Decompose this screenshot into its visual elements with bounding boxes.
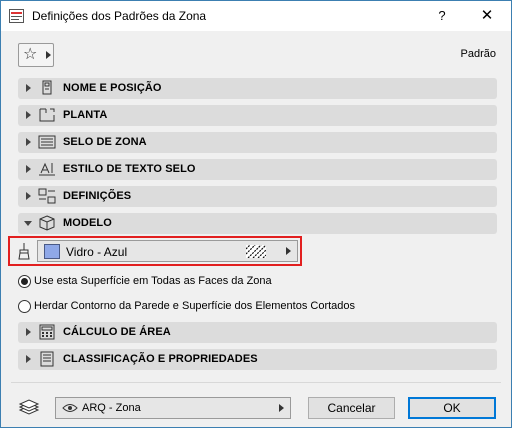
section-label: DEFINIÇÕES: [63, 190, 132, 202]
expand-arrow-icon: [26, 328, 31, 336]
section-label: SELO DE ZONA: [63, 136, 147, 148]
chevron-right-icon: [46, 51, 51, 59]
ok-button[interactable]: OK: [408, 397, 496, 419]
text-style-icon: [39, 162, 55, 176]
close-button[interactable]: ✕: [469, 5, 505, 27]
expand-arrow-icon: [26, 111, 31, 119]
chevron-right-icon: [279, 404, 284, 412]
surface-override-row: Vidro - Azul: [8, 236, 302, 266]
window-title: Definições dos Padrões da Zona: [32, 9, 207, 23]
section-label: CLASSIFICAÇÃO E PROPRIEDADES: [63, 353, 258, 365]
expand-arrow-icon: [26, 165, 31, 173]
radio-button[interactable]: [18, 300, 31, 313]
chevron-right-icon: [286, 247, 291, 255]
section-classification-properties[interactable]: CLASSIFICAÇÃO E PROPRIEDADES: [18, 349, 497, 370]
layer-select[interactable]: ARQ - Zona: [55, 397, 291, 419]
section-area-calculation[interactable]: CÁLCULO DE ÁREA: [18, 322, 497, 343]
expand-arrow-icon: [26, 84, 31, 92]
footer-divider: [11, 382, 501, 383]
option-use-surface-all-faces[interactable]: Use esta Superfície em Todas as Faces da…: [18, 274, 318, 290]
settings-dialog-icon: [9, 9, 24, 23]
section-label: ESTILO DE TEXTO SELO: [63, 163, 196, 175]
classification-icon: [40, 351, 54, 367]
radio-button-selected[interactable]: [18, 275, 31, 288]
option-label: Herdar Contorno da Parede e Superfície d…: [34, 300, 356, 312]
section-label: CÁLCULO DE ÁREA: [63, 326, 171, 338]
zone-stamp-icon: [38, 135, 56, 149]
cancel-button[interactable]: Cancelar: [308, 397, 395, 419]
eye-icon: [62, 404, 78, 412]
section-definitions[interactable]: DEFINIÇÕES: [18, 186, 497, 207]
option-inherit-wall-contour[interactable]: Herdar Contorno da Parede e Superfície d…: [18, 299, 378, 315]
section-stamp-text-style[interactable]: ESTILO DE TEXTO SELO: [18, 159, 497, 180]
favorites-button[interactable]: ☆: [18, 43, 54, 67]
expand-arrow-icon: [26, 355, 31, 363]
collapse-arrow-icon: [24, 221, 32, 226]
help-button[interactable]: ?: [427, 5, 457, 27]
section-label: NOME E POSIÇÃO: [63, 82, 162, 94]
area-calculator-icon: [39, 324, 55, 340]
section-name-position[interactable]: NOME E POSIÇÃO: [18, 78, 497, 99]
layers-icon: [18, 399, 40, 415]
expand-arrow-icon: [26, 192, 31, 200]
section-floor-plan[interactable]: PLANTA: [18, 105, 497, 126]
hatch-pattern-icon: [246, 245, 266, 258]
section-label: PLANTA: [63, 109, 108, 121]
star-icon: ☆: [23, 46, 38, 63]
section-model[interactable]: MODELO: [18, 213, 497, 234]
option-label: Use esta Superfície em Todas as Faces da…: [34, 275, 272, 287]
layer-name: ARQ - Zona: [82, 402, 141, 414]
surface-select[interactable]: Vidro - Azul: [37, 240, 298, 262]
surface-swatch: [44, 244, 60, 259]
preset-label: Padrão: [460, 48, 496, 60]
expand-arrow-icon: [26, 138, 31, 146]
3d-box-icon: [39, 215, 55, 231]
name-tag-icon: [42, 80, 52, 95]
section-label: MODELO: [63, 217, 112, 229]
surface-name: Vidro - Azul: [66, 245, 128, 259]
paint-brush-icon[interactable]: [17, 242, 31, 260]
floor-plan-icon: [39, 108, 55, 122]
settings-icon: [38, 188, 56, 204]
zone-settings-dialog: Definições dos Padrões da Zona ? ✕ ☆ Pad…: [0, 0, 512, 428]
section-zone-stamp[interactable]: SELO DE ZONA: [18, 132, 497, 153]
title-bar: Definições dos Padrões da Zona ? ✕: [1, 1, 511, 31]
